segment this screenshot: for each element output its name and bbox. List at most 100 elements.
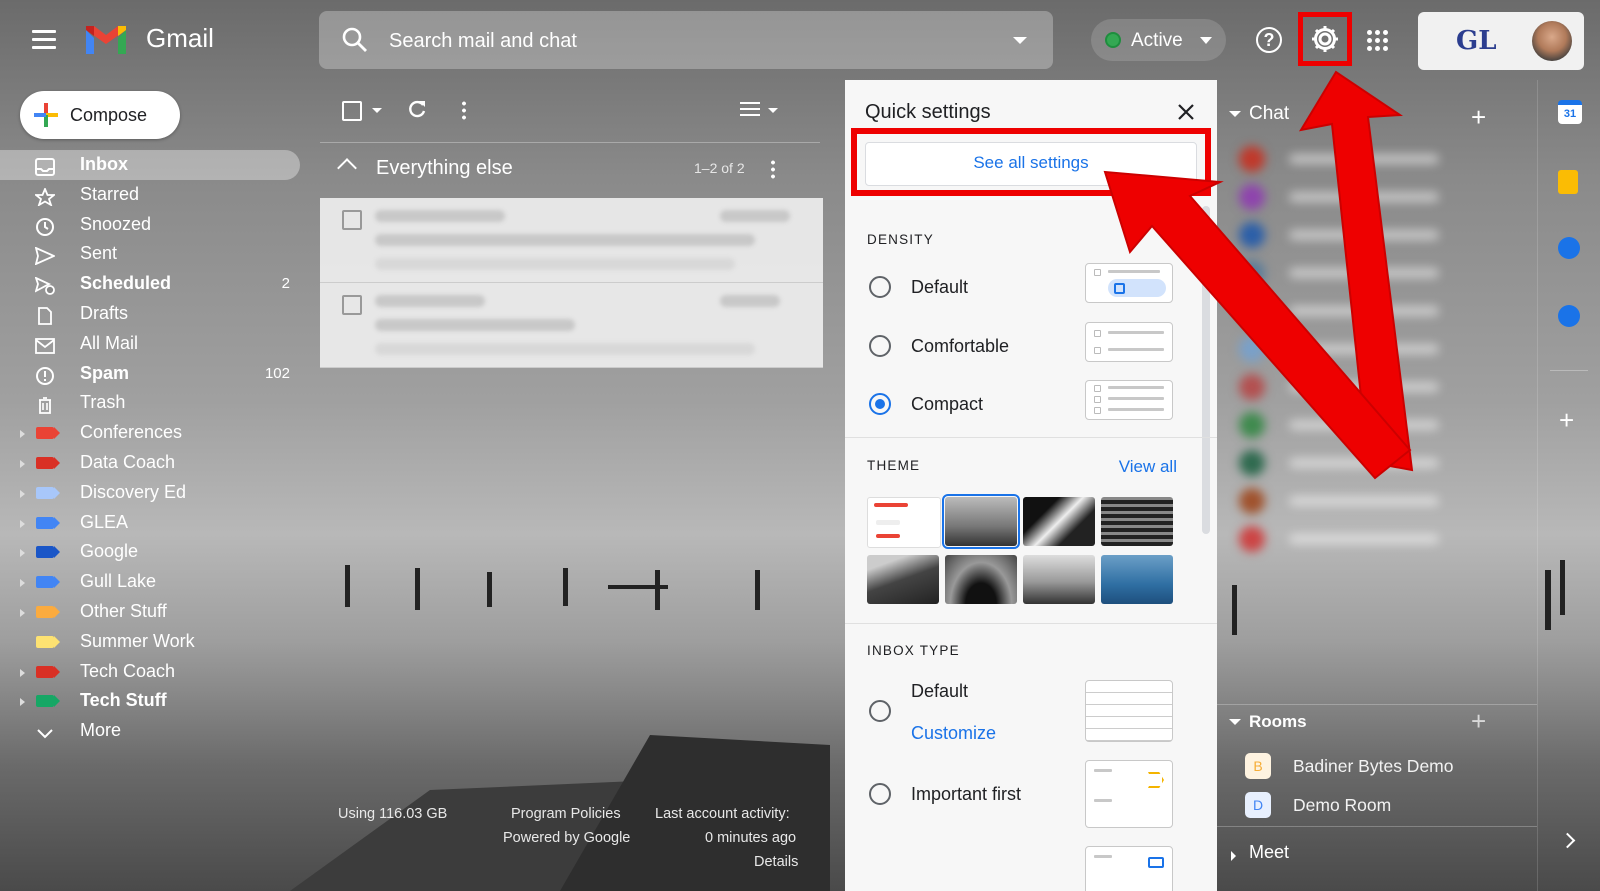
section-everything-else[interactable]: Everything else 1–2 of 2 <box>320 142 820 193</box>
inbox-default-preview[interactable] <box>1085 680 1173 742</box>
room-demo-room[interactable]: Demo Room <box>1293 795 1391 816</box>
details-link[interactable]: Details <box>754 854 798 870</box>
new-room-icon[interactable]: + <box>1471 706 1486 737</box>
main-menu-button[interactable] <box>32 30 56 50</box>
chat-contact[interactable] <box>1239 260 1469 286</box>
sidebar-item-drafts[interactable]: Drafts <box>0 299 300 329</box>
sidebar-item-google[interactable]: Google <box>0 537 300 567</box>
rooms-collapse-icon[interactable] <box>1229 719 1241 725</box>
important-first-radio[interactable] <box>869 783 891 805</box>
search-icon[interactable] <box>341 26 369 54</box>
sidebar-item-inbox[interactable]: Inbox <box>0 150 300 180</box>
panel-scrollbar[interactable] <box>1202 206 1210 534</box>
sidebar-item-gull-lake[interactable]: Gull Lake <box>0 567 300 597</box>
gear-icon[interactable] <box>1310 24 1340 54</box>
expand-label-icon[interactable] <box>20 608 25 617</box>
sidebar-item-other-stuff[interactable]: Other Stuff <box>0 597 300 627</box>
theme-whale[interactable] <box>1101 555 1173 604</box>
unread-first-preview[interactable] <box>1085 846 1173 891</box>
search-options-icon[interactable] <box>1013 37 1027 44</box>
expand-label-icon[interactable] <box>20 668 25 677</box>
sidebar-item-discovery-ed[interactable]: Discovery Ed <box>0 478 300 508</box>
close-icon[interactable] <box>1177 103 1195 121</box>
density-compact-radio[interactable] <box>869 393 891 415</box>
sidebar-item-more[interactable]: More <box>0 716 300 746</box>
chat-contact[interactable] <box>1239 374 1469 400</box>
sidebar-item-data-coach[interactable]: Data Coach <box>0 448 300 478</box>
expand-label-icon[interactable] <box>20 489 25 498</box>
expand-label-icon[interactable] <box>20 519 25 528</box>
chat-contact[interactable] <box>1239 298 1469 324</box>
expand-label-icon[interactable] <box>20 698 25 707</box>
theme-tunnel[interactable] <box>1023 497 1095 546</box>
chat-title[interactable]: Chat <box>1249 103 1289 125</box>
section-more-icon[interactable] <box>771 159 775 179</box>
row-checkbox[interactable] <box>342 210 362 230</box>
density-compact-label[interactable]: Compact <box>911 394 983 415</box>
sidebar-item-tech-stuff[interactable]: Tech Stuff <box>0 686 300 716</box>
sidebar-item-conferences[interactable]: Conferences <box>0 418 300 448</box>
collapse-icon[interactable] <box>337 158 357 178</box>
theme-arch[interactable] <box>945 555 1017 604</box>
inbox-default-radio[interactable] <box>869 700 891 722</box>
sidebar-item-glea[interactable]: GLEA <box>0 508 300 538</box>
chat-contact[interactable] <box>1239 146 1469 172</box>
rooms-title[interactable]: Rooms <box>1249 712 1307 732</box>
sidebar-item-all-mail[interactable]: All Mail <box>0 329 300 359</box>
search-bar[interactable]: Search mail and chat <box>319 11 1053 69</box>
density-default-preview[interactable] <box>1085 263 1173 303</box>
sidebar-item-spam[interactable]: Spam 102 <box>0 359 300 389</box>
density-compact-preview[interactable] <box>1085 380 1173 420</box>
expand-panel-icon[interactable] <box>1559 832 1576 849</box>
chat-contact[interactable] <box>1239 336 1469 362</box>
meet-title[interactable]: Meet <box>1249 842 1289 863</box>
program-policies-link[interactable]: Program Policies <box>511 806 621 822</box>
storage-usage[interactable]: Using 116.03 GB <box>338 806 447 822</box>
help-icon[interactable]: ? <box>1256 27 1282 53</box>
table-row[interactable] <box>320 198 823 283</box>
table-row[interactable] <box>320 283 823 368</box>
expand-label-icon[interactable] <box>20 459 25 468</box>
density-comfortable-preview[interactable] <box>1085 322 1173 362</box>
select-options-icon[interactable] <box>372 108 382 113</box>
avatar[interactable] <box>1532 21 1572 61</box>
view-toggle-caret[interactable] <box>768 108 778 113</box>
account-area[interactable]: GL <box>1418 12 1584 70</box>
chat-contact[interactable] <box>1239 222 1469 248</box>
chat-contact[interactable] <box>1239 488 1469 514</box>
row-checkbox[interactable] <box>342 295 362 315</box>
search-input[interactable]: Search mail and chat <box>389 30 577 53</box>
density-default-label[interactable]: Default <box>911 277 968 298</box>
chat-collapse-icon[interactable] <box>1229 111 1241 117</box>
keep-icon[interactable] <box>1558 170 1578 194</box>
contacts-icon[interactable] <box>1558 305 1580 327</box>
room-badiner-bytes-demo[interactable]: Badiner Bytes Demo <box>1293 756 1454 777</box>
expand-label-icon[interactable] <box>20 430 25 439</box>
sidebar-item-tech-coach[interactable]: Tech Coach <box>0 657 300 687</box>
sidebar-item-trash[interactable]: Trash <box>0 388 300 418</box>
density-comfortable-radio[interactable] <box>869 335 891 357</box>
refresh-icon[interactable] <box>406 98 428 120</box>
sidebar-item-snoozed[interactable]: Snoozed <box>0 210 300 240</box>
density-comfortable-label[interactable]: Comfortable <box>911 336 1009 357</box>
expand-label-icon[interactable] <box>20 549 25 558</box>
add-addon-icon[interactable]: + <box>1559 405 1574 436</box>
sidebar-item-starred[interactable]: Starred <box>0 180 300 210</box>
theme-stairs[interactable] <box>1101 497 1173 546</box>
tasks-icon[interactable] <box>1558 237 1580 259</box>
sidebar-item-scheduled[interactable]: Scheduled 2 <box>0 269 300 299</box>
compose-button[interactable]: Compose <box>20 91 180 139</box>
density-default-radio[interactable] <box>869 276 891 298</box>
view-toggle-icon[interactable] <box>740 102 760 116</box>
inbox-default-label[interactable]: Default <box>911 681 968 702</box>
meet-expand-icon[interactable] <box>1231 851 1236 861</box>
theme-jetty[interactable] <box>1023 555 1095 604</box>
new-chat-icon[interactable]: + <box>1471 102 1486 133</box>
theme-mountains[interactable] <box>867 555 939 604</box>
select-all-checkbox[interactable] <box>342 101 362 121</box>
chat-contact[interactable] <box>1239 184 1469 210</box>
sidebar-item-summer-work[interactable]: Summer Work <box>0 627 300 657</box>
chat-contact[interactable] <box>1239 412 1469 438</box>
theme-default[interactable] <box>867 497 941 548</box>
chat-contact[interactable] <box>1239 526 1469 552</box>
